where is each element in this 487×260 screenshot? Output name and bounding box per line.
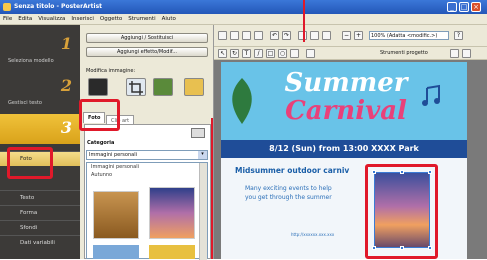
image-list: Immagini personali Autunno bbox=[86, 162, 208, 260]
step-2-label: Gestisci testo bbox=[8, 100, 42, 106]
poster-body-line1: Many exciting events to help bbox=[245, 185, 332, 192]
chevron-down-icon: ▾ bbox=[198, 151, 207, 159]
nav-forma[interactable]: Forma bbox=[0, 205, 80, 220]
step-2-number: 2 bbox=[60, 76, 72, 95]
layout-icon[interactable] bbox=[462, 49, 471, 58]
paste-icon[interactable] bbox=[322, 31, 331, 40]
callout-foto-tab bbox=[79, 99, 120, 131]
help-icon[interactable]: ? bbox=[454, 31, 463, 40]
sunset-thumbnail[interactable] bbox=[149, 187, 195, 239]
copy-icon[interactable] bbox=[310, 31, 319, 40]
poster-title-summer[interactable]: Summer bbox=[261, 70, 431, 96]
step-1-number: 1 bbox=[60, 34, 72, 53]
nav-testo[interactable]: Testo bbox=[0, 190, 80, 205]
crop-icon bbox=[129, 81, 143, 95]
list-scrollbar[interactable] bbox=[199, 163, 207, 260]
menu-insert[interactable]: Inserisci bbox=[68, 14, 97, 24]
callout-line bbox=[303, 0, 305, 42]
close-button[interactable]: × bbox=[471, 2, 481, 12]
category-dropdown[interactable]: Immagini personali ▾ bbox=[86, 150, 208, 160]
save-icon[interactable] bbox=[242, 31, 251, 40]
leaf-decoration-icon bbox=[232, 78, 252, 124]
poster-body[interactable]: Many exciting events to help you get thr… bbox=[245, 184, 375, 202]
callout-foto-nav bbox=[7, 147, 53, 179]
callout-placed-photo bbox=[365, 164, 438, 259]
zoom-out-icon[interactable]: − bbox=[342, 31, 351, 40]
step-1[interactable]: 1 Seleziona modello bbox=[0, 30, 80, 68]
line-tool-icon[interactable]: / bbox=[254, 49, 263, 58]
menu-edit[interactable]: Edita bbox=[15, 14, 35, 24]
grid-view-button[interactable] bbox=[191, 128, 205, 138]
crop-button[interactable] bbox=[126, 78, 146, 96]
menu-view[interactable]: Visualizza bbox=[35, 14, 68, 24]
minimize-button[interactable]: _ bbox=[447, 2, 457, 12]
poster-title-carnival[interactable]: Carnival bbox=[261, 96, 431, 126]
poster-body-line2: you get through the summer bbox=[245, 194, 332, 201]
draw-toolbar: ↖ ↻ T / □ ○ Strumenti progetto bbox=[214, 47, 487, 60]
nav-sfondi[interactable]: Sfondi bbox=[0, 220, 80, 235]
hand-tool-icon[interactable] bbox=[306, 49, 315, 58]
undo-icon[interactable]: ↶ bbox=[270, 31, 279, 40]
zoom-select[interactable]: 100% (Adatta <modific.>) bbox=[369, 31, 449, 40]
category-value: Immagini personali bbox=[89, 152, 137, 158]
category-label: Categoria bbox=[87, 140, 115, 146]
project-tools-label[interactable]: Strumenti progetto bbox=[380, 50, 428, 56]
app-icon bbox=[3, 3, 11, 11]
sky-thumbnail[interactable] bbox=[93, 245, 139, 259]
lion-thumbnail[interactable] bbox=[93, 191, 139, 239]
dark-filter-button[interactable] bbox=[88, 78, 108, 96]
title-bar: Senza titolo - PosterArtist _ □ × bbox=[0, 0, 487, 14]
main-toolbar: ↶ ↷ − + 100% (Adatta <modific.>) ? bbox=[214, 25, 487, 47]
zoom-in-icon[interactable]: + bbox=[354, 31, 363, 40]
new-icon[interactable] bbox=[218, 31, 227, 40]
ellipse-tool-icon[interactable]: ○ bbox=[278, 49, 287, 58]
add-replace-button[interactable]: Aggiungi / Sostituisci bbox=[86, 33, 208, 43]
add-effect-button[interactable]: Aggiungi effetto/Modif... bbox=[86, 47, 208, 57]
shape-tool-icon[interactable] bbox=[290, 49, 299, 58]
menu-file[interactable]: File bbox=[0, 14, 15, 24]
open-icon[interactable] bbox=[230, 31, 239, 40]
poster-url: http://xxxxxx.xxx.xxx bbox=[291, 232, 335, 237]
menu-object[interactable]: Oggetto bbox=[97, 14, 125, 24]
maximize-button[interactable]: □ bbox=[459, 2, 469, 12]
window-title: Senza titolo - PosterArtist bbox=[14, 3, 103, 10]
step-3[interactable]: 3 bbox=[0, 114, 80, 144]
text-tool-icon[interactable]: T bbox=[242, 49, 251, 58]
step-2[interactable]: 2 Gestisci testo bbox=[0, 72, 80, 110]
rotate-icon[interactable]: ↻ bbox=[230, 49, 239, 58]
select-arrow-icon[interactable]: ↖ bbox=[218, 49, 227, 58]
callout-line bbox=[211, 118, 213, 259]
list-item[interactable]: Immagini personali bbox=[87, 163, 207, 171]
nav-dati-variabili[interactable]: Dati variabili bbox=[0, 235, 80, 250]
modify-image-label: Modifica immagine: bbox=[86, 68, 136, 74]
page-icon[interactable] bbox=[450, 49, 459, 58]
image-effect-button[interactable] bbox=[153, 78, 173, 96]
menu-help[interactable]: Aiuto bbox=[159, 14, 179, 24]
redo-icon[interactable]: ↷ bbox=[282, 31, 291, 40]
music-note-icon bbox=[422, 84, 440, 106]
list-item[interactable]: Autunno bbox=[87, 171, 207, 179]
menu-tools[interactable]: Strumenti bbox=[125, 14, 158, 24]
edit-image-button[interactable] bbox=[184, 78, 204, 96]
poster-headline[interactable]: Midsummer outdoor carniv bbox=[235, 166, 349, 175]
menu-bar: File Edita Visualizza Inserisci Oggetto Strum… bbox=[0, 14, 487, 25]
step-1-label: Seleziona modello bbox=[8, 58, 54, 64]
step-3-number: 3 bbox=[60, 118, 72, 137]
flower-thumbnail[interactable] bbox=[149, 245, 195, 259]
rect-tool-icon[interactable]: □ bbox=[266, 49, 275, 58]
print-icon[interactable] bbox=[254, 31, 263, 40]
poster-date-bar[interactable]: 8/12 (Sun) from 13:00 XXXX Park bbox=[221, 140, 467, 158]
